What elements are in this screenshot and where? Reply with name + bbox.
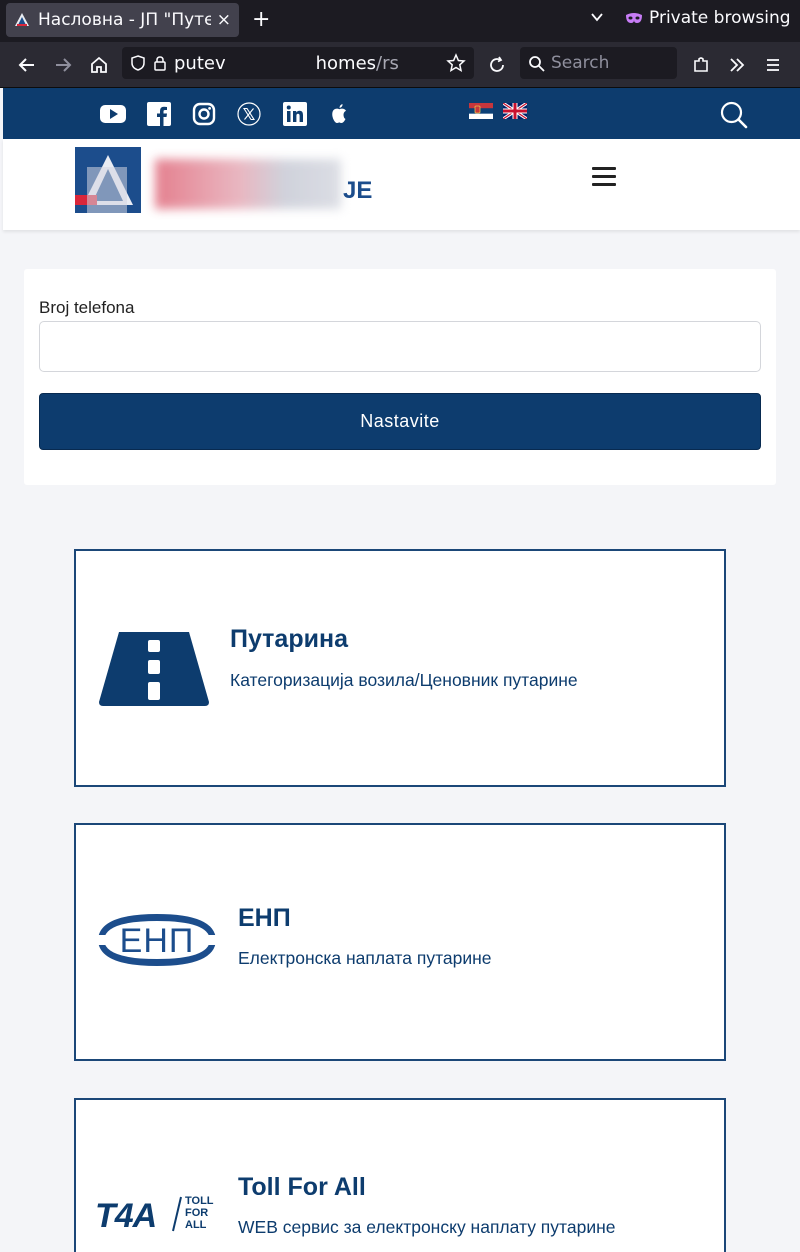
forward-arrow-icon[interactable] (50, 52, 76, 78)
phone-form-card: Broj telefona Nastavite (24, 269, 776, 485)
linkedin-icon[interactable] (281, 102, 309, 126)
browser-tab-bar: Насловна - ЈП "Путеви × + Private browsi… (0, 0, 800, 42)
tab-close-icon[interactable]: × (217, 10, 231, 30)
home-icon[interactable] (86, 52, 112, 78)
site-top-bar (3, 88, 800, 139)
app-menu-icon[interactable] (760, 52, 786, 78)
new-tab-button[interactable]: + (252, 8, 270, 32)
instagram-icon[interactable] (190, 102, 218, 126)
continue-button[interactable]: Nastavite (39, 393, 761, 450)
apple-icon[interactable] (325, 102, 353, 126)
browser-search-placeholder: Search (551, 53, 610, 73)
tab-list-chevron-icon[interactable] (590, 10, 604, 28)
enp-logo-icon: ЕНП (95, 914, 219, 966)
service-description: Електронска наплата путарине (238, 948, 492, 968)
phone-input[interactable] (39, 321, 761, 372)
extensions-icon[interactable] (688, 52, 714, 78)
t4a-all-text: ALL (185, 1219, 207, 1231)
service-title: ЕНП (238, 904, 291, 932)
hamburger-menu-icon[interactable] (592, 167, 616, 189)
service-title: Путарина (230, 625, 348, 653)
url-path-main: homes (315, 52, 377, 74)
t4a-logo-text: T4A (95, 1197, 157, 1235)
tracking-shield-icon[interactable] (130, 55, 146, 71)
overflow-chevron-icon[interactable] (724, 52, 750, 78)
uk-flag-icon[interactable] (503, 103, 527, 119)
url-host: putev (174, 52, 226, 74)
company-name-blurred (155, 159, 341, 209)
site-search-icon[interactable] (719, 100, 749, 130)
t4a-for-text: FOR (185, 1207, 209, 1219)
site-favicon-icon (15, 13, 29, 26)
site-header: ЈЕ (3, 139, 800, 230)
browser-search-input[interactable]: Search (520, 47, 677, 79)
lock-icon[interactable] (152, 55, 168, 71)
service-card-toll-for-all[interactable]: T4A TOLL FOR ALL Toll For All WEB сервис… (74, 1098, 726, 1252)
t4a-logo-icon: T4A TOLL FOR ALL (95, 1195, 219, 1235)
private-mask-icon (626, 13, 642, 23)
search-icon (529, 55, 545, 72)
reload-icon[interactable] (484, 52, 510, 78)
bookmark-star-icon[interactable] (446, 53, 466, 73)
service-title: Toll For All (238, 1173, 366, 1201)
service-description: Категоризација возила/Ценовник путарине (230, 670, 578, 690)
company-logo-icon[interactable] (75, 147, 141, 213)
facebook-icon[interactable] (145, 102, 173, 126)
t4a-toll-text: TOLL (185, 1195, 214, 1207)
company-name-visible-tail: ЈЕ (343, 177, 373, 204)
private-browsing-label: Private browsing (649, 8, 791, 28)
phone-label: Broj telefona (39, 298, 135, 317)
service-description: WEB сервис за електронску наплату путари… (238, 1217, 616, 1237)
road-icon (99, 632, 209, 706)
url-bar[interactable]: putev homes/rs (122, 47, 474, 79)
service-card-putarina[interactable]: Путарина Категоризација возила/Ценовник … (74, 549, 726, 787)
service-card-enp[interactable]: ЕНП ЕНП Електронска наплата путарине (74, 823, 726, 1061)
serbian-flag-icon[interactable] (469, 103, 493, 119)
x-icon[interactable] (235, 102, 263, 126)
svg-text:ЕНП: ЕНП (120, 922, 195, 960)
browser-nav-bar: putev homes/rs Search (0, 42, 800, 88)
browser-tab[interactable]: Насловна - ЈП "Путеви × (6, 3, 239, 37)
back-arrow-icon[interactable] (14, 52, 40, 78)
private-browsing-indicator: Private browsing (625, 8, 791, 28)
url-path-rest: /rs (376, 52, 399, 74)
tab-title: Насловна - ЈП "Путеви (38, 10, 211, 30)
youtube-icon[interactable] (99, 102, 127, 126)
